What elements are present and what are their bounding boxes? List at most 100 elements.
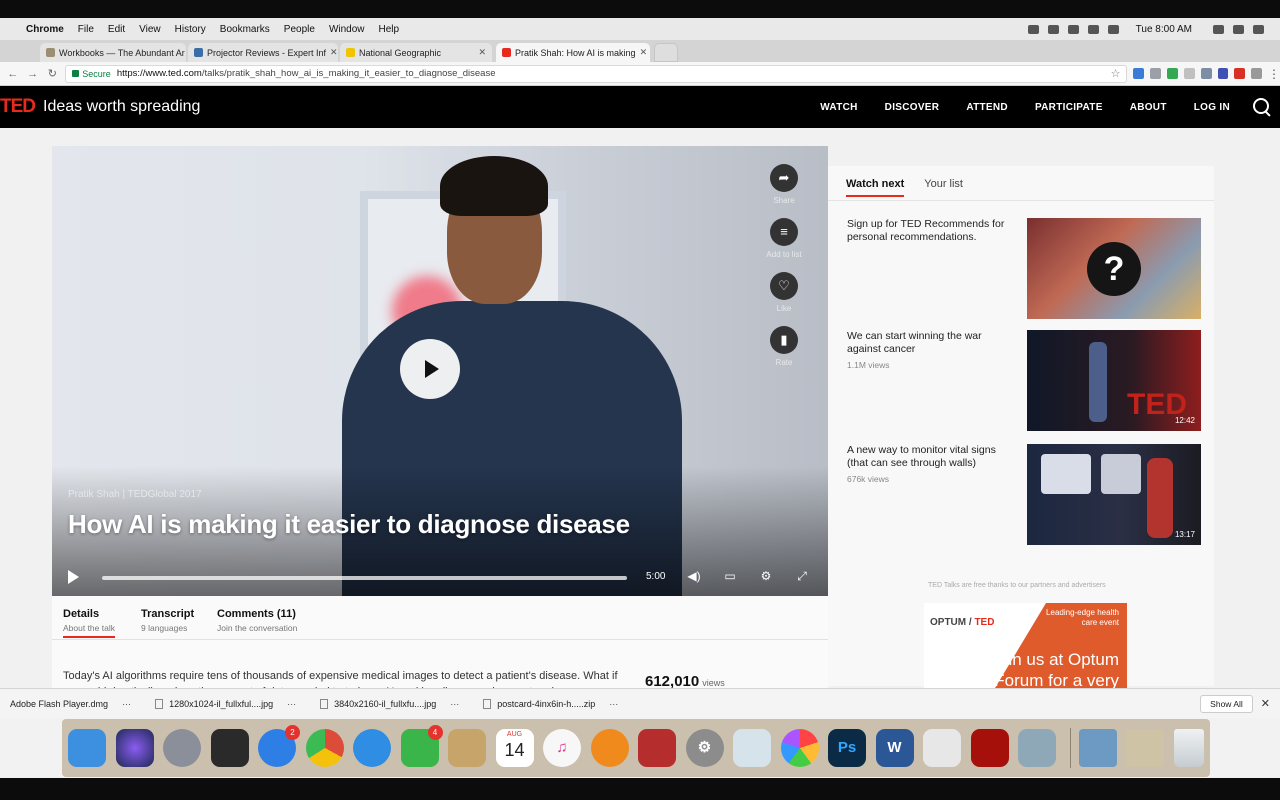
url-input[interactable]: Secure https://www.ted.com/talks/pratik_… [65, 64, 1128, 83]
search-icon[interactable] [1252, 97, 1272, 117]
extension-icon[interactable] [1251, 68, 1262, 79]
back-icon[interactable]: ← [6, 68, 20, 80]
download-item[interactable]: 3840x2160-il_fullxfu....jpg ··· [306, 698, 459, 709]
settings-gear-icon[interactable]: ⚙ [758, 569, 774, 583]
extension-icon[interactable] [1217, 68, 1229, 79]
volume-icon[interactable]: ◀) [686, 569, 702, 583]
play-icon[interactable] [68, 570, 79, 584]
menu-people[interactable]: People [284, 24, 315, 35]
numbers-icon[interactable] [923, 729, 961, 767]
acrobat-icon[interactable] [970, 729, 1009, 767]
play-button[interactable] [400, 339, 460, 399]
close-icon[interactable]: ✕ [326, 47, 338, 58]
nav-attend[interactable]: ATTEND [966, 102, 1008, 113]
siri-menu-icon[interactable] [1233, 24, 1244, 34]
extension-icon[interactable] [1150, 68, 1162, 79]
ibooks-icon[interactable] [590, 729, 629, 767]
tab-comments[interactable]: Comments (11) Join the conversation [217, 608, 297, 636]
bookmark-star-icon[interactable]: ☆ [1111, 67, 1121, 80]
tab-projector-reviews[interactable]: Projector Reviews - Expert Inf ✕ [188, 43, 338, 62]
word-icon[interactable]: W [875, 729, 914, 767]
system-preferences-icon[interactable]: ⚙ [685, 729, 724, 767]
nav-discover[interactable]: DISCOVER [885, 102, 940, 113]
menu-clock[interactable]: Tue 8:00 AM [1136, 24, 1192, 35]
add-to-list-button[interactable]: ≡ Add to list [766, 218, 802, 259]
menu-bookmarks[interactable]: Bookmarks [220, 24, 270, 35]
chrome-icon[interactable] [305, 729, 344, 767]
download-menu-icon[interactable]: ··· [122, 699, 131, 709]
rate-button[interactable]: ▮ Rate [766, 326, 802, 367]
download-menu-icon[interactable]: ··· [609, 699, 618, 709]
watch-next-card[interactable]: Sign up for TED Recommends for personal … [847, 218, 1207, 319]
close-icon[interactable]: ✕ [636, 47, 648, 58]
app-store-icon[interactable]: 2 [258, 725, 300, 767]
wifi-icon[interactable] [1067, 24, 1079, 34]
dropbox-icon[interactable] [1027, 24, 1039, 34]
preview-icon[interactable] [733, 729, 771, 767]
apple-menu-icon[interactable] [4, 23, 16, 35]
subtitles-icon[interactable]: ▭ [722, 569, 738, 583]
ted-logo[interactable]: TED [0, 96, 36, 118]
notification-center-icon[interactable] [1253, 24, 1264, 34]
siri-icon[interactable] [115, 729, 154, 767]
optum-ad[interactable]: OPTUM / TED Leading-edge health care eve… [924, 603, 1127, 701]
downloads-folder-icon[interactable] [1078, 729, 1117, 767]
menu-view[interactable]: View [139, 24, 161, 35]
bluetooth-icon[interactable] [1047, 24, 1059, 34]
download-item[interactable]: postcard-4inx6in-h.....zip ··· [469, 698, 618, 709]
menu-window[interactable]: Window [329, 24, 365, 35]
nav-watch[interactable]: WATCH [820, 102, 857, 113]
watch-next-card[interactable]: A new way to monitor vital signs (that c… [847, 444, 1207, 545]
tab-ted-active[interactable]: Pratik Shah: How AI is making ✕ [496, 43, 650, 62]
safari-icon[interactable] [353, 729, 391, 767]
tab-your-list[interactable]: Your list [924, 178, 963, 197]
extension-icon[interactable] [1183, 68, 1195, 79]
photos-icon[interactable] [780, 729, 819, 767]
menu-history[interactable]: History [175, 24, 206, 35]
chrome-menu-icon[interactable]: ⋮ [1268, 67, 1280, 81]
fullscreen-icon[interactable]: ⤢ [794, 569, 810, 583]
photoshop-icon[interactable]: Ps [828, 729, 866, 767]
close-icon[interactable]: ✕ [1261, 697, 1270, 710]
video-player[interactable]: Pratik Shah | TEDGlobal 2017 How AI is m… [52, 146, 828, 596]
photo-booth-icon[interactable] [638, 729, 676, 767]
extension-icon[interactable] [1167, 68, 1178, 79]
facetime-icon[interactable]: 4 [400, 725, 443, 767]
documents-stack-icon[interactable] [1126, 729, 1164, 767]
menu-app-name[interactable]: Chrome [26, 24, 64, 35]
airplay-icon[interactable] [1087, 24, 1099, 34]
download-item[interactable]: Adobe Flash Player.dmg ··· [10, 699, 131, 709]
eject-icon[interactable] [1107, 24, 1119, 34]
image-capture-icon[interactable] [1018, 729, 1056, 767]
forward-icon[interactable]: → [26, 68, 40, 80]
download-item[interactable]: 1280x1024-il_fullxful....jpg ··· [141, 698, 296, 709]
tab-watch-next[interactable]: Watch next [846, 178, 905, 197]
spotlight-icon[interactable] [1213, 24, 1224, 34]
mission-control-icon[interactable] [210, 729, 249, 767]
nav-about[interactable]: ABOUT [1130, 102, 1167, 113]
close-icon[interactable]: ✕ [185, 47, 186, 58]
tab-transcript[interactable]: Transcript 9 languages [141, 608, 194, 636]
watch-next-card[interactable]: We can start winning the war against can… [847, 330, 1207, 431]
nav-log-in[interactable]: LOG IN [1194, 102, 1230, 113]
finder-icon[interactable] [68, 729, 106, 767]
tab-workbooks[interactable]: Workbooks — The Abundant Ar ✕ [40, 43, 186, 62]
nav-participate[interactable]: PARTICIPATE [1035, 102, 1103, 113]
reload-icon[interactable]: ↻ [46, 67, 60, 80]
tab-details[interactable]: Details About the talk [63, 608, 115, 638]
extension-icon[interactable] [1234, 68, 1246, 79]
trash-icon[interactable] [1173, 729, 1204, 767]
new-tab-button[interactable] [654, 43, 678, 62]
progress-bar[interactable] [102, 576, 627, 580]
extension-icon[interactable] [1200, 68, 1212, 79]
contacts-icon[interactable] [448, 729, 486, 767]
download-menu-icon[interactable]: ··· [450, 699, 459, 709]
extension-icon[interactable] [1133, 68, 1145, 79]
share-button[interactable]: ➦ Share [766, 164, 802, 205]
launchpad-icon[interactable] [163, 729, 201, 767]
menu-file[interactable]: File [78, 24, 94, 35]
show-all-button[interactable]: Show All [1200, 694, 1253, 713]
calendar-icon[interactable]: AUG 14 [495, 729, 534, 767]
itunes-icon[interactable]: ♫ [543, 729, 581, 767]
download-menu-icon[interactable]: ··· [287, 699, 296, 709]
